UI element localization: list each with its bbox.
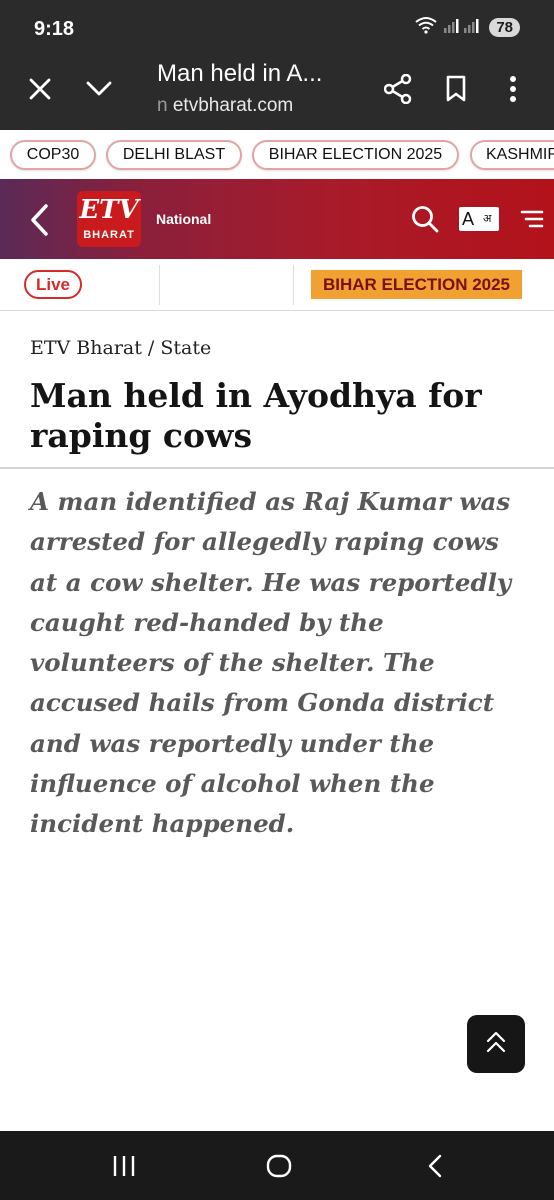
status-time: 9:18 [34,18,75,40]
article-headline: Man held in Ayodhya for raping cows [30,376,482,455]
font-letter: A [462,209,475,229]
battery-indicator: 78 [489,18,520,37]
tab-title[interactable]: Man held in A... [157,60,322,88]
close-icon[interactable] [28,77,52,106]
url-display[interactable]: n etvbharat.com [157,95,293,117]
live-strip: Live BIHAR ELECTION 2025 [0,259,554,311]
signal-icon [443,17,483,38]
site-logo[interactable]: ETV BHARAT [77,191,141,247]
article-summary: A man identified as Raj Kumar was arrest… [30,487,512,839]
tag-chip[interactable]: KASHMIR [470,140,554,170]
font-size-icon[interactable]: A अ [459,207,499,231]
search-icon[interactable] [411,205,439,238]
font-letter-alt: अ [483,213,492,225]
status-icons: 78 [415,16,520,39]
breadcrumb[interactable]: ETV Bharat / State [30,337,211,359]
url-host: etvbharat.com [172,95,294,116]
divider [0,467,554,469]
status-bar: 9:18 78 [0,0,554,50]
wifi-icon [415,16,437,39]
logo-text: ETV [79,195,139,225]
system-nav-bar [0,1131,554,1200]
menu-icon[interactable] [520,210,544,233]
bookmark-icon[interactable] [445,75,467,108]
tag-chip[interactable]: BIHAR ELECTION 2025 [252,140,459,170]
site-header: ETV BHARAT National A अ [0,179,554,259]
chevron-down-icon[interactable] [85,80,113,103]
trending-tags: COP30 DELHI BLAST BIHAR ELECTION 2025 KA… [0,130,554,178]
tag-chip[interactable]: DELHI BLAST [106,140,242,170]
divider [159,265,160,305]
live-button[interactable]: Live [24,270,82,299]
tag-chip[interactable]: COP30 [10,140,96,170]
share-icon[interactable] [383,73,412,109]
election-banner[interactable]: BIHAR ELECTION 2025 [311,270,522,299]
logo-subtext: BHARAT [83,229,135,241]
divider [293,265,294,305]
more-vert-icon[interactable] [509,75,517,108]
back-arrow-icon[interactable] [28,203,50,242]
scroll-to-top-button[interactable] [467,1015,525,1073]
recents-icon[interactable] [112,1155,136,1182]
scroll-top-icon [485,1030,507,1059]
home-icon[interactable] [266,1154,292,1183]
browser-toolbar: Man held in A... n etvbharat.com [0,50,554,130]
nav-back-icon[interactable] [426,1154,444,1183]
url-prefix: n [157,95,168,116]
section-label[interactable]: National [156,211,211,227]
